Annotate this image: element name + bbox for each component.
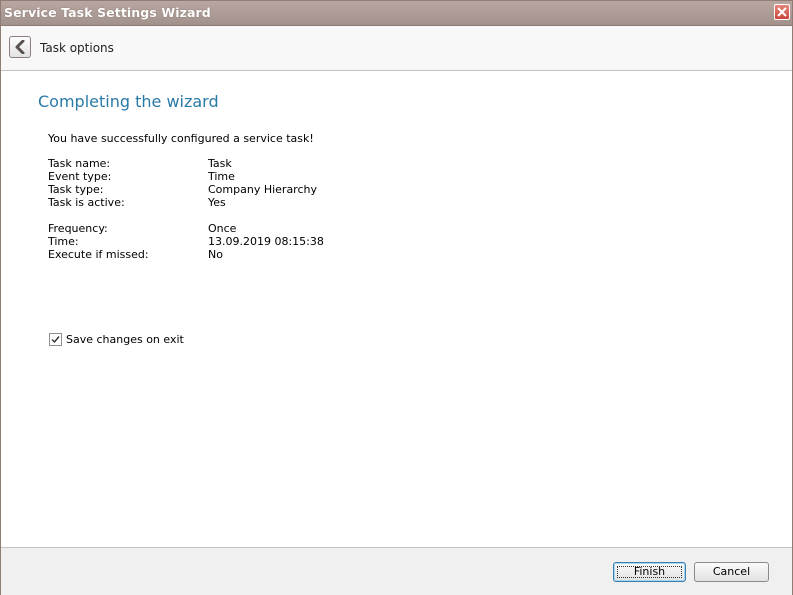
summary-key: Execute if missed: bbox=[48, 248, 149, 261]
back-button[interactable] bbox=[9, 36, 31, 58]
focus-rectangle bbox=[617, 566, 682, 578]
nav-step-label: Task options bbox=[40, 41, 114, 55]
summary-row: Task name: Task bbox=[48, 157, 448, 170]
summary-row: Task type: Company Hierarchy bbox=[48, 183, 448, 196]
summary-value: Time bbox=[208, 170, 235, 183]
summary-value: Once bbox=[208, 222, 237, 235]
finish-button[interactable]: Finish bbox=[613, 562, 686, 582]
close-icon bbox=[777, 7, 787, 17]
checkmark-icon bbox=[51, 336, 60, 344]
summary-row: Frequency: Once bbox=[48, 222, 448, 235]
summary-key: Task type: bbox=[48, 183, 104, 196]
summary-row: Time: 13.09.2019 08:15:38 bbox=[48, 235, 448, 248]
cancel-button[interactable]: Cancel bbox=[694, 562, 769, 582]
summary-value: Task bbox=[208, 157, 232, 170]
save-changes-label[interactable]: Save changes on exit bbox=[66, 333, 184, 347]
summary-key: Time: bbox=[48, 235, 79, 248]
summary-value: Yes bbox=[208, 196, 226, 209]
summary-key: Task name: bbox=[48, 157, 111, 170]
summary-row: Event type: Time bbox=[48, 170, 448, 183]
summary-value: 13.09.2019 08:15:38 bbox=[208, 235, 324, 248]
page-title: Completing the wizard bbox=[38, 92, 219, 111]
summary-key: Task is active: bbox=[48, 196, 125, 209]
button-bar: Finish Cancel bbox=[1, 547, 792, 595]
title-bar[interactable]: Service Task Settings Wizard bbox=[1, 1, 792, 26]
intro-text: You have successfully configured a servi… bbox=[48, 132, 314, 145]
navigation-bar: Task options bbox=[1, 26, 792, 71]
wizard-window: Service Task Settings Wizard Task option… bbox=[0, 0, 793, 595]
summary-value: No bbox=[208, 248, 223, 261]
close-button[interactable] bbox=[774, 4, 790, 20]
task-summary: Task name: Task Event type: Time Task ty… bbox=[48, 157, 448, 261]
chevron-left-icon bbox=[15, 40, 25, 54]
summary-row: Task is active: Yes bbox=[48, 196, 448, 209]
save-changes-checkbox[interactable] bbox=[49, 333, 62, 346]
summary-row: Execute if missed: No bbox=[48, 248, 448, 261]
summary-key: Frequency: bbox=[48, 222, 108, 235]
summary-value: Company Hierarchy bbox=[208, 183, 317, 196]
summary-key: Event type: bbox=[48, 170, 112, 183]
window-title: Service Task Settings Wizard bbox=[4, 5, 211, 20]
